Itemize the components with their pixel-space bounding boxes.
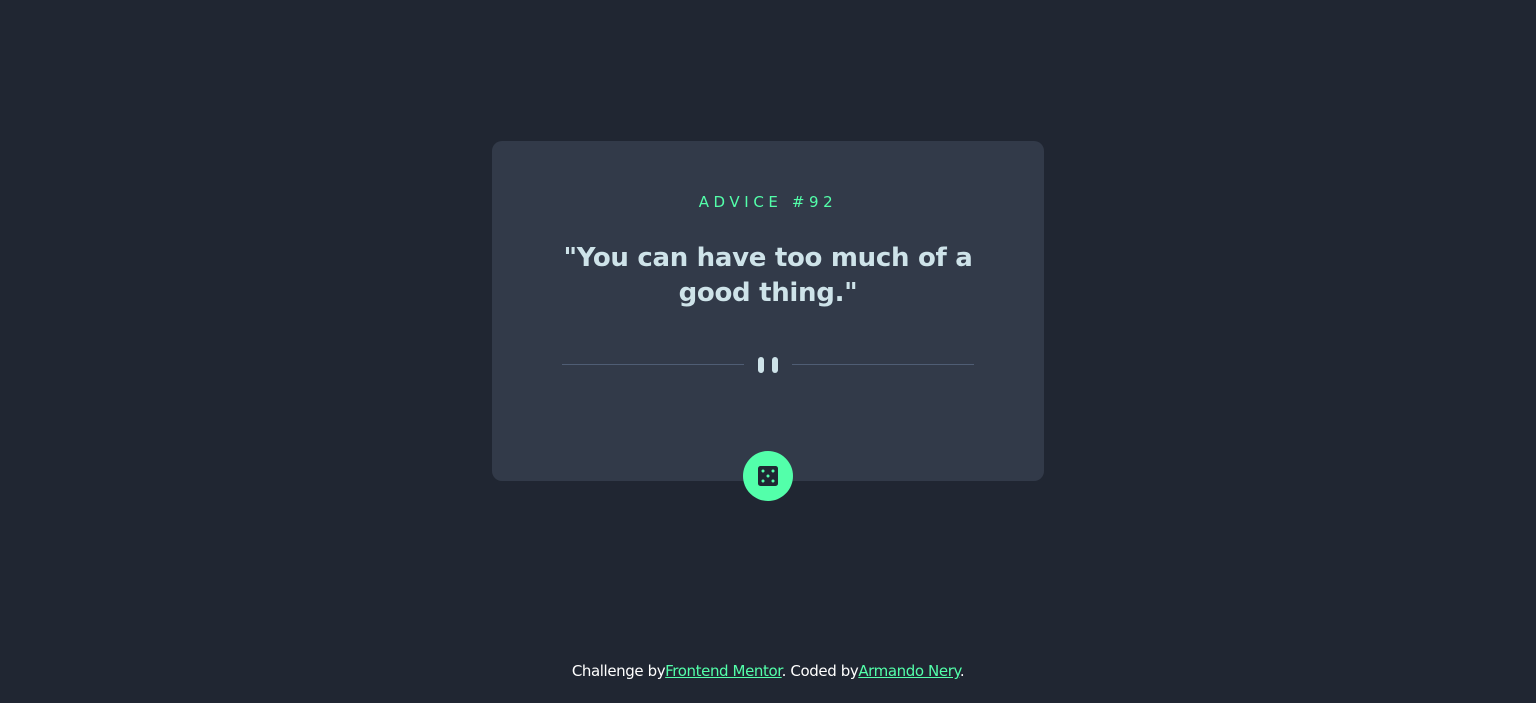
- author-link[interactable]: Armando Nery: [858, 662, 960, 680]
- footer-suffix: .: [959, 662, 965, 680]
- pause-icon: [758, 357, 778, 373]
- footer-prefix: Challenge by: [571, 662, 666, 680]
- dice-icon: [758, 466, 778, 486]
- pattern-divider: [562, 356, 974, 374]
- advice-card: ADVICE #92 "You can have too much of a g…: [492, 141, 1044, 481]
- frontend-mentor-link[interactable]: Frontend Mentor: [665, 662, 782, 680]
- advice-quote: "You can have too much of a good thing.": [563, 243, 973, 308]
- new-advice-button[interactable]: [743, 451, 793, 501]
- advice-id-label: ADVICE #92: [698, 193, 838, 211]
- footer-middle: . Coded by: [781, 662, 859, 680]
- attribution-footer: Challenge byFrontend Mentor. Coded byArm…: [0, 662, 1536, 680]
- divider-line-left: [562, 364, 744, 365]
- divider-line-right: [792, 364, 974, 365]
